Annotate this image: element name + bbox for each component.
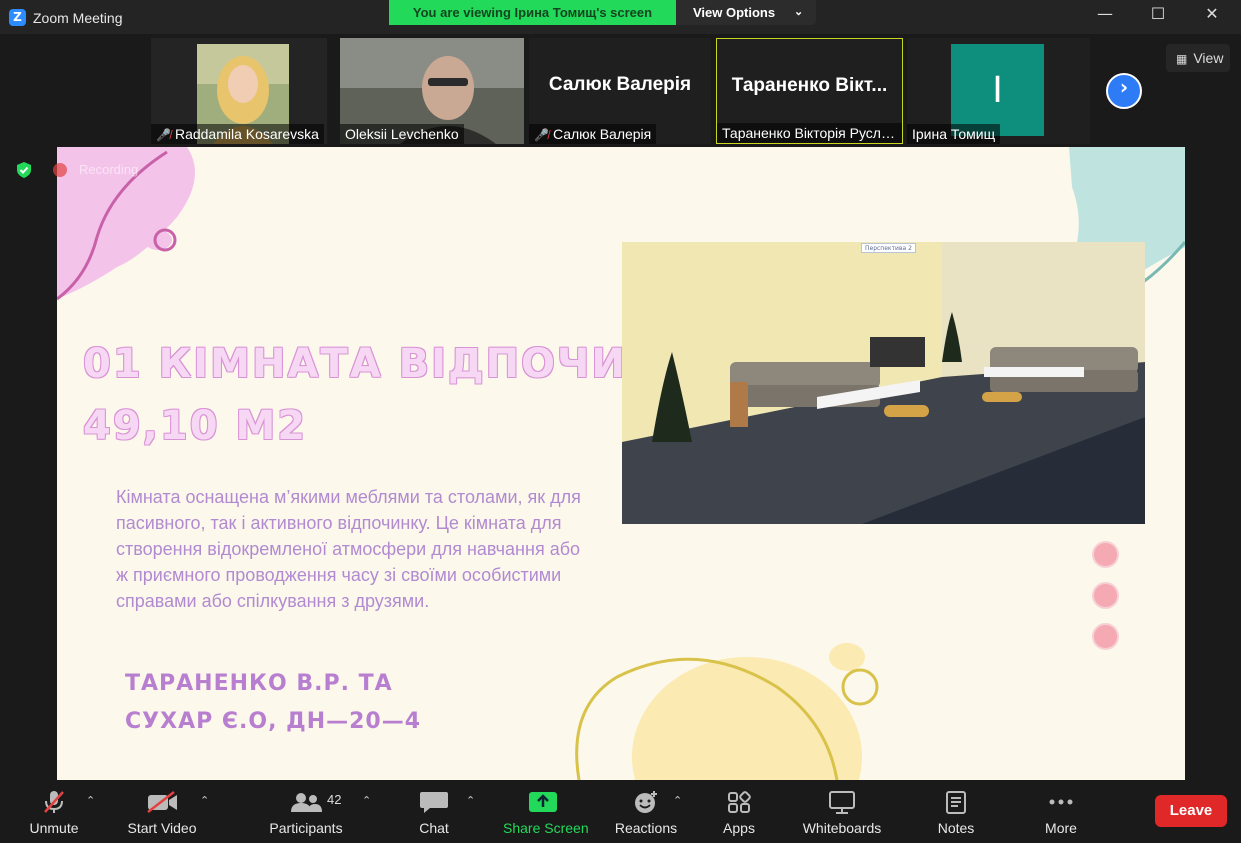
share-screen-button[interactable]: Share Screen (503, 780, 589, 843)
chat-icon (420, 792, 448, 813)
participant-name: 🎤̸ Салюк Валерія (529, 124, 657, 144)
participants-options-caret-icon[interactable]: ⌃ (362, 794, 371, 807)
shared-screen-slide: 01 КІМНАТА ВІДПОЧИНКУ 49,10 М2 Кімната о… (57, 147, 1185, 780)
decor-dot (1092, 541, 1119, 568)
chevron-down-icon: ⌄ (794, 6, 804, 18)
share-banner: You are viewing Ірина Томищ's screen (389, 0, 676, 25)
recording-icon[interactable] (53, 163, 67, 177)
participant-name: Ірина Томищ (907, 124, 1001, 144)
zoom-logo-icon: Z (9, 9, 26, 26)
chat-button[interactable]: Chat (414, 780, 454, 843)
leave-button[interactable]: Leave (1155, 795, 1227, 827)
slide-body-text: Кімната оснащена м’якими меблями та стол… (116, 487, 581, 611)
participant-big-name: Салюк Валерія (548, 74, 692, 95)
title-bar: Z Zoom Meeting You are viewing Ірина Том… (0, 0, 1241, 34)
share-screen-label: Share Screen (503, 820, 589, 836)
more-label: More (1045, 820, 1077, 836)
reactions-label: Reactions (614, 820, 678, 836)
participants-icon (291, 793, 322, 812)
video-off-icon (147, 791, 177, 813)
participant-name: Oleksii Levchenko (340, 124, 464, 144)
apps-button[interactable]: Apps (719, 780, 759, 843)
meeting-toolbar: Unmute ⌃ Start Video ⌃ Participants ⌃ Ch… (0, 780, 1241, 843)
whiteboards-button[interactable]: Whiteboards (803, 780, 881, 843)
maximize-button[interactable]: ☐ (1143, 4, 1173, 30)
participants-label: Participants (269, 820, 343, 836)
chat-options-caret-icon[interactable]: ⌃ (466, 794, 475, 807)
minimize-button[interactable]: — (1090, 4, 1120, 30)
notes-button[interactable]: Notes (936, 780, 976, 843)
more-button[interactable]: More (1041, 780, 1081, 843)
video-options-caret-icon[interactable]: ⌃ (200, 794, 209, 807)
participant-tile[interactable]: 🎤̸ Raddamila Kosarevska (151, 38, 327, 144)
more-dots-icon (1049, 799, 1073, 805)
chat-label: Chat (419, 820, 449, 836)
participant-tile[interactable]: Oleksii Levchenko (340, 38, 524, 144)
view-options-button[interactable]: View Options ⌄ (676, 0, 816, 25)
start-video-label: Start Video (127, 820, 197, 836)
apps-icon (728, 791, 751, 813)
participant-name: Тараненко Вікторія Русла... (717, 123, 902, 143)
render-caption: Перспектива 2 (861, 243, 916, 253)
mic-muted-icon (44, 791, 64, 813)
notes-icon (946, 791, 966, 814)
slide-authors: ТАРАНЕНКО В.Р. ТА СУХАР Є.О, ДН—20—4 (125, 665, 421, 741)
reactions-options-caret-icon[interactable]: ⌃ (673, 794, 682, 807)
participants-button[interactable]: Participants (269, 780, 343, 843)
encryption-shield-icon[interactable] (15, 161, 33, 179)
window-title: Zoom Meeting (33, 10, 123, 26)
unmute-label: Unmute (29, 820, 79, 836)
mic-muted-icon: 🎤̸ (156, 128, 171, 142)
decor-dot (1092, 623, 1119, 650)
start-video-button[interactable]: Start Video (127, 780, 197, 843)
reactions-button[interactable]: Reactions (615, 780, 677, 843)
recording-label: Recording (79, 162, 139, 177)
share-screen-icon (529, 792, 557, 812)
audio-options-caret-icon[interactable]: ⌃ (86, 794, 95, 807)
view-button[interactable]: ▦ View (1166, 44, 1230, 72)
participant-tile[interactable]: Салюк Валерія 🎤̸ Салюк Валерія (529, 38, 711, 144)
apps-label: Apps (723, 820, 755, 836)
slide-authors-line1: ТАРАНЕНКО В.Р. ТА (125, 671, 393, 696)
view-button-label: View (1193, 50, 1224, 66)
decor-dot (1092, 582, 1119, 609)
next-page-arrow-icon[interactable]: › (1106, 73, 1142, 109)
close-button[interactable]: ✕ (1197, 4, 1227, 30)
participant-strip: 🎤̸ Raddamila Kosarevska Oleksii Levchenko… (0, 34, 1241, 146)
participants-count: 42 (327, 792, 342, 807)
participant-avatar: I (951, 44, 1044, 136)
participant-tile[interactable]: I Ірина Томищ (907, 38, 1090, 144)
slide-authors-line2: СУХАР Є.О, ДН—20—4 (125, 709, 422, 734)
reactions-smiley-icon (635, 791, 657, 813)
participant-tile-active-speaker[interactable]: Тараненко Вікт... Тараненко Вікторія Рус… (716, 38, 903, 144)
unmute-button[interactable]: Unmute (29, 780, 79, 843)
whiteboard-icon (829, 791, 855, 814)
participant-big-name: Тараненко Вікт... (731, 75, 888, 96)
notes-label: Notes (937, 820, 975, 836)
room-render-image (622, 242, 1145, 524)
view-options-label: View Options (693, 5, 776, 20)
grid-icon: ▦ (1176, 52, 1188, 66)
mic-muted-icon: 🎤̸ (534, 128, 549, 142)
participant-name: 🎤̸ Raddamila Kosarevska (151, 124, 324, 144)
whiteboards-label: Whiteboards (802, 820, 882, 836)
